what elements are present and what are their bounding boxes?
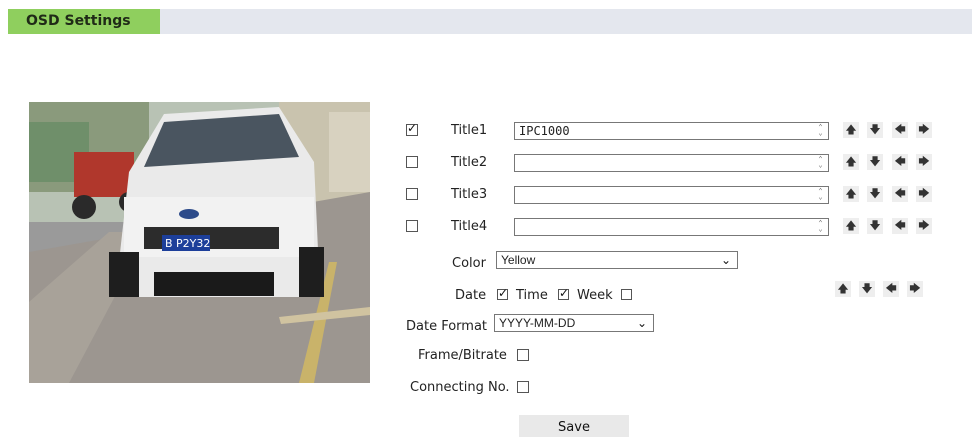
chevron-down-icon: ⌄ — [720, 253, 731, 267]
title3-input[interactable]: ⌃ ⌄ — [514, 186, 829, 204]
save-button[interactable]: Save — [519, 415, 629, 437]
video-preview: B P2Y32 — [29, 102, 370, 383]
frame-bitrate-label: Frame/Bitrate — [418, 348, 507, 363]
title1-checkbox[interactable] — [406, 121, 418, 136]
date-format-label: Date Format — [406, 319, 488, 334]
title2-checkbox[interactable] — [406, 156, 418, 168]
title4-spinner-icon[interactable]: ⌃ ⌄ — [815, 220, 826, 234]
connecting-no-label: Connecting No. — [410, 380, 510, 395]
color-select-value: Yellow — [501, 253, 536, 267]
title1-up-arrow-icon[interactable]: 🡅 — [843, 122, 859, 138]
title2-label: Title2 — [451, 155, 488, 170]
title3-label: Title3 — [451, 187, 488, 202]
title2-up-arrow-icon[interactable]: 🡅 — [843, 154, 859, 170]
title4-up-arrow-icon[interactable]: 🡅 — [843, 218, 859, 234]
date-up-arrow-icon[interactable]: 🡅 — [835, 281, 851, 297]
license-plate-text: B P2Y32 — [165, 237, 210, 250]
title4-down-arrow-icon[interactable]: 🡇 — [867, 218, 883, 234]
time-checkbox[interactable] — [558, 286, 569, 300]
title3-up-arrow-icon[interactable]: 🡅 — [843, 186, 859, 202]
title1-spinner-icon[interactable]: ⌃ ⌄ — [815, 124, 826, 138]
date-checkbox[interactable] — [497, 286, 508, 300]
color-label: Color — [452, 256, 486, 271]
title4-label: Title4 — [451, 219, 488, 234]
title3-spinner-icon[interactable]: ⌃ ⌄ — [815, 188, 826, 202]
camera-preview-image: B P2Y32 — [29, 102, 370, 383]
date-label: Date — [455, 288, 487, 303]
chevron-down-icon: ⌄ — [636, 316, 647, 330]
connecting-no-checkbox[interactable] — [517, 381, 529, 393]
date-left-arrow-icon[interactable]: 🡄 — [883, 281, 899, 297]
date-format-select[interactable]: YYYY-MM-DD ⌄ — [494, 314, 654, 332]
title3-left-arrow-icon[interactable]: 🡄 — [892, 186, 908, 202]
frame-bitrate-checkbox[interactable] — [517, 349, 529, 361]
title2-spinner-icon[interactable]: ⌃ ⌄ — [815, 156, 826, 170]
date-right-arrow-icon[interactable]: 🡆 — [907, 281, 923, 297]
color-select[interactable]: Yellow ⌄ — [496, 251, 738, 269]
title1-value: IPC1000 — [519, 124, 570, 138]
time-label: Time — [516, 288, 548, 303]
date-down-arrow-icon[interactable]: 🡇 — [859, 281, 875, 297]
week-checkbox[interactable] — [621, 289, 632, 300]
title4-right-arrow-icon[interactable]: 🡆 — [916, 218, 932, 234]
page-title-tab: OSD Settings — [8, 9, 160, 34]
title2-down-arrow-icon[interactable]: 🡇 — [867, 154, 883, 170]
title4-checkbox[interactable] — [406, 220, 418, 232]
date-format-select-value: YYYY-MM-DD — [499, 316, 576, 330]
title3-checkbox[interactable] — [406, 188, 418, 200]
title3-down-arrow-icon[interactable]: 🡇 — [867, 186, 883, 202]
title1-right-arrow-icon[interactable]: 🡆 — [916, 122, 932, 138]
week-label: Week — [577, 288, 613, 303]
title4-input[interactable]: ⌃ ⌄ — [514, 218, 829, 236]
title2-right-arrow-icon[interactable]: 🡆 — [916, 154, 932, 170]
title1-left-arrow-icon[interactable]: 🡄 — [892, 122, 908, 138]
title2-left-arrow-icon[interactable]: 🡄 — [892, 154, 908, 170]
title2-input[interactable]: ⌃ ⌄ — [514, 154, 829, 172]
title1-input[interactable]: IPC1000 ⌃ ⌄ — [514, 122, 829, 140]
title1-down-arrow-icon[interactable]: 🡇 — [867, 122, 883, 138]
title4-left-arrow-icon[interactable]: 🡄 — [892, 218, 908, 234]
title1-label: Title1 — [451, 123, 488, 138]
title3-right-arrow-icon[interactable]: 🡆 — [916, 186, 932, 202]
